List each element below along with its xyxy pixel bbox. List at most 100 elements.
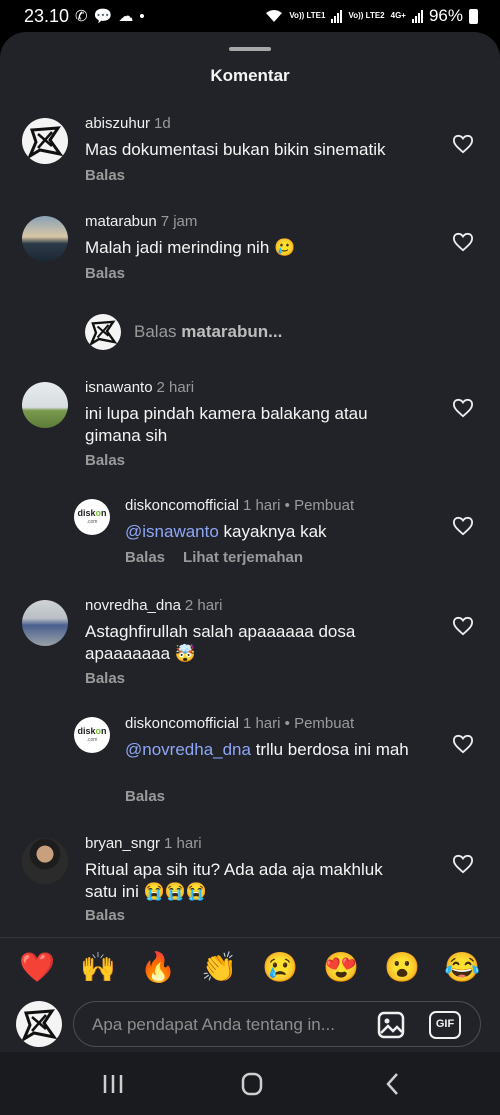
emoji-surprised-button[interactable]: 😮 — [384, 950, 420, 986]
drag-handle[interactable] — [229, 47, 271, 51]
comment-text: Ritual apa sih itu? Ada ada aja makhluk … — [85, 860, 383, 901]
timestamp: 1 hari — [242, 715, 281, 732]
comment-meta: diskoncomofficial 1 hari • Pembuat — [125, 715, 354, 732]
comment-text: @isnawanto kayaknya kak — [125, 521, 425, 543]
comment-actions: Balas Lihat terjemahan — [125, 549, 303, 566]
username[interactable]: diskoncomofficial — [125, 497, 239, 514]
timestamp: 1d — [154, 115, 171, 132]
like-heart-icon[interactable] — [452, 232, 474, 252]
reply-button[interactable]: Balas — [85, 907, 125, 924]
username[interactable]: matarabun — [85, 213, 157, 230]
translate-button[interactable]: Lihat terjemahan — [183, 549, 303, 566]
comment-input-placeholder[interactable]: Apa pendapat Anda tentang in... — [92, 1015, 364, 1035]
dot-icon: • — [139, 7, 145, 25]
clock: 23.10 — [24, 5, 70, 26]
like-heart-icon[interactable] — [452, 398, 474, 418]
gif-button[interactable]: GIF — [429, 1011, 461, 1039]
home-icon[interactable] — [237, 1072, 267, 1096]
cloud-icon: ☁ — [118, 8, 134, 25]
comment-actions: Balas — [85, 907, 125, 924]
reply-button[interactable]: Balas — [85, 452, 125, 469]
reply-button[interactable]: Balas — [85, 670, 125, 687]
comment-meta: matarabun 7 jam — [85, 213, 197, 230]
avatar[interactable] — [22, 382, 68, 428]
emoji-raised-hands-button[interactable]: 🙌 — [80, 950, 116, 986]
timestamp: 1 hari — [242, 497, 281, 514]
emoji-laugh-button[interactable]: 😂 — [444, 950, 480, 986]
comment-meta: bryan_sngr 1 hari — [85, 835, 202, 852]
sheet-title: Komentar — [210, 66, 290, 85]
avatar-brand-text-end: n — [101, 508, 107, 518]
comment-composer: Apa pendapat Anda tentang in... GIF — [0, 997, 500, 1052]
comment-text: Astaghfirullah salah apaaaaaa dosa apaaa… — [85, 622, 356, 663]
reply-prompt-user: matarabun... — [181, 322, 283, 341]
comment-input[interactable]: Apa pendapat Anda tentang in... GIF — [73, 1001, 481, 1047]
emoji-cry-button[interactable]: 😢 — [262, 950, 298, 986]
like-heart-icon[interactable] — [452, 854, 474, 874]
comment-body: trllu berdosa ini mah — [250, 740, 409, 759]
avatar-brand-sub: .com — [86, 519, 98, 525]
chat-icon: 💬 — [93, 8, 113, 25]
like-heart-icon[interactable] — [452, 616, 474, 636]
battery-icon — [469, 8, 478, 24]
comment-text: Mas dokumentasi bukan bikin sinematik — [85, 140, 386, 159]
reply-button[interactable]: Balas — [85, 167, 125, 184]
system-nav-bar — [0, 1052, 500, 1115]
emoji-heart-eyes-button[interactable]: 😍 — [323, 950, 359, 986]
comment-body: kayaknya kak — [218, 522, 327, 541]
avatar[interactable] — [22, 216, 68, 262]
avatar-brand-sub: .com — [86, 737, 98, 743]
comment-meta: diskoncomofficial 1 hari • Pembuat — [125, 497, 354, 514]
comment-meta: abiszuhur 1d — [85, 115, 171, 132]
avatar-brand-text-end: n — [101, 726, 107, 736]
reply-prompt[interactable]: Balas matarabun... — [0, 312, 500, 352]
image-icon[interactable] — [377, 1011, 405, 1039]
like-heart-icon[interactable] — [452, 134, 474, 154]
username[interactable]: diskoncomofficial — [125, 715, 239, 732]
avatar[interactable]: diskon .com — [74, 499, 110, 535]
back-icon[interactable] — [378, 1072, 408, 1096]
emoji-heart-button[interactable]: ❤️ — [19, 950, 55, 986]
reply-button[interactable]: Balas — [85, 265, 125, 282]
status-right: Vo)) LTE1 Vo)) LTE2 4G+ 96% — [265, 6, 478, 26]
status-left: 23.10 ✆ 💬 ☁ • — [24, 6, 145, 27]
wifi-icon — [266, 10, 283, 22]
comment-actions: Balas — [85, 452, 125, 469]
comment-actions: Balas — [85, 670, 125, 687]
like-heart-icon[interactable] — [452, 516, 474, 536]
comment-actions: Balas — [85, 167, 125, 184]
emoji-clap-button[interactable]: 👏 — [201, 950, 237, 986]
creator-badge: • Pembuat — [284, 497, 355, 514]
sim2-label: Vo)) LTE2 — [348, 11, 385, 20]
recent-apps-icon[interactable] — [98, 1072, 128, 1096]
mention-link[interactable]: @novredha_dna — [125, 740, 251, 759]
emoji-fire-button[interactable]: 🔥 — [140, 950, 176, 986]
avatar[interactable] — [22, 838, 68, 884]
whatsapp-icon: ✆ — [75, 8, 88, 25]
timestamp: 7 jam — [160, 213, 198, 230]
reply-button[interactable]: Balas — [125, 549, 165, 566]
timestamp: 1 hari — [164, 835, 202, 852]
like-heart-icon[interactable] — [452, 734, 474, 754]
reply-prompt-prefix: Balas — [134, 322, 182, 341]
username[interactable]: abiszuhur — [85, 115, 150, 132]
comment-text: ini lupa pindah kamera balakang atau gim… — [85, 404, 368, 445]
comment-actions: Balas — [125, 788, 165, 805]
comment-meta: isnawanto 2 hari — [85, 379, 194, 396]
quick-emoji-bar: ❤️ 🙌 🔥 👏 😢 😍 😮 😂 — [0, 937, 500, 1001]
username[interactable]: novredha_dna — [85, 597, 181, 614]
avatar[interactable] — [22, 118, 68, 164]
mention-link[interactable]: @isnawanto — [125, 522, 219, 541]
battery-percent: 96% — [428, 6, 463, 25]
comment-actions: Balas — [85, 265, 125, 282]
avatar[interactable] — [22, 600, 68, 646]
my-avatar — [16, 1001, 62, 1047]
reply-button[interactable]: Balas — [125, 788, 165, 805]
username[interactable]: bryan_sngr — [85, 835, 160, 852]
username[interactable]: isnawanto — [85, 379, 153, 396]
avatar-brand-text: disk — [77, 726, 96, 736]
avatar[interactable]: diskon .com — [74, 717, 110, 753]
signal1-icon — [331, 9, 343, 23]
reply-prompt-label: Balas matarabun... — [134, 322, 282, 342]
creator-badge: • Pembuat — [284, 715, 355, 732]
